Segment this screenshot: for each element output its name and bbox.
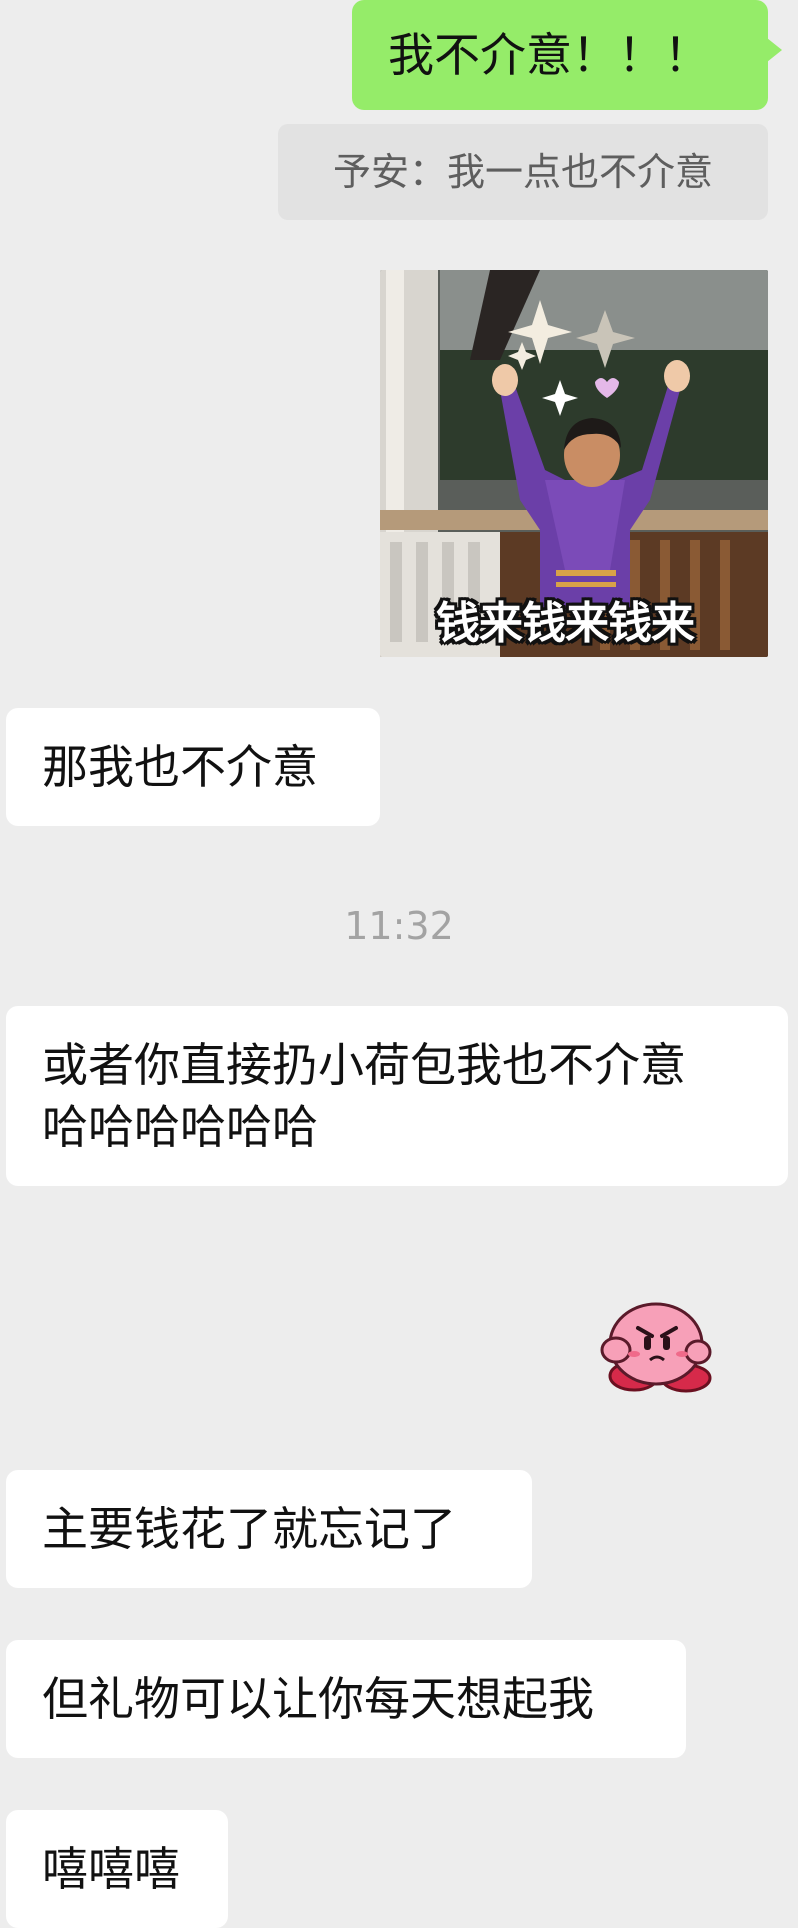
message-text: 那我也不介意 xyxy=(42,740,318,794)
message-bubble-incoming[interactable]: 嘻嘻嘻 xyxy=(6,1810,228,1928)
money-dance-sticker[interactable]: 钱来钱来钱来 xyxy=(380,270,768,657)
quoted-message[interactable]: 予安：我一点也不介意 xyxy=(278,124,768,220)
message-text: 我不介意！！！ xyxy=(388,28,710,82)
message-bubble-incoming[interactable]: 但礼物可以让你每天想起我 xyxy=(6,1640,686,1758)
message-bubble-incoming[interactable]: 主要钱花了就忘记了 xyxy=(6,1470,532,1588)
message-bubble-incoming[interactable]: 或者你直接扔小荷包我也不介意 哈哈哈哈哈哈 xyxy=(6,1006,788,1186)
kirby-image xyxy=(600,1302,712,1393)
pouting-kirby-sticker[interactable] xyxy=(590,1298,718,1394)
message-text: 嘻嘻嘻 xyxy=(42,1842,180,1896)
message-bubble-incoming[interactable]: 那我也不介意 xyxy=(6,708,380,826)
chat-message-list[interactable]: 我不介意！！！ 予安：我一点也不介意 钱来钱来钱来 那我也不介意 11:32 或… xyxy=(0,0,798,1928)
message-text: 但礼物可以让你每天想起我 xyxy=(42,1672,594,1726)
quoted-message-text: 予安：我一点也不介意 xyxy=(332,150,713,194)
message-timestamp: 11:32 xyxy=(344,904,454,948)
sticker-caption: 钱来钱来钱来 xyxy=(436,598,695,649)
message-text: 主要钱花了就忘记了 xyxy=(42,1502,456,1556)
message-bubble-outgoing[interactable]: 我不介意！！！ xyxy=(352,0,782,110)
message-text-line: 哈哈哈哈哈哈 xyxy=(42,1100,318,1154)
message-text-line: 或者你直接扔小荷包我也不介意 xyxy=(42,1038,686,1092)
